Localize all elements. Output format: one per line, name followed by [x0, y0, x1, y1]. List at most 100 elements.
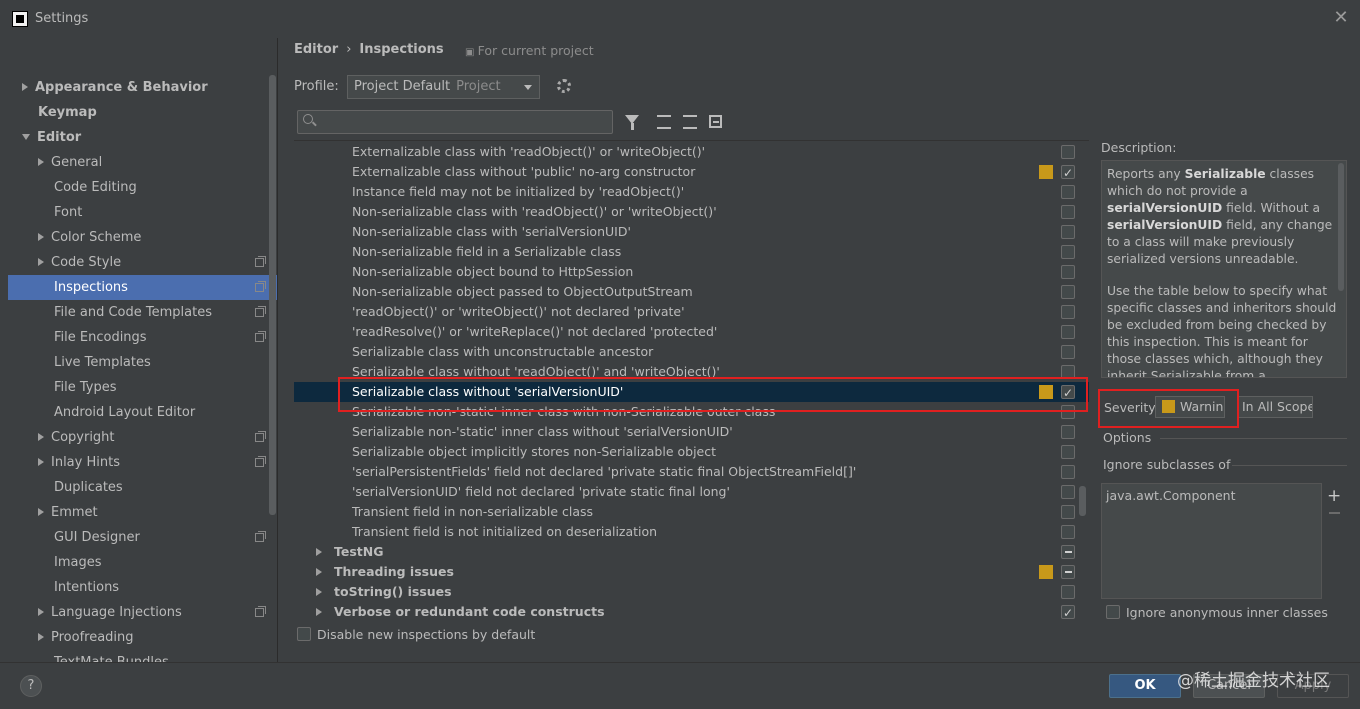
inspection-group-row[interactable]: TestNG — [294, 542, 1089, 562]
panel-divider[interactable] — [277, 38, 278, 662]
sidebar-item-general[interactable]: General — [8, 150, 277, 175]
inspection-group-row[interactable]: Threading issues — [294, 562, 1089, 582]
description-scrollbar[interactable] — [1338, 163, 1344, 291]
sidebar-item-file-types[interactable]: File Types — [8, 375, 277, 400]
sidebar-item-language-injections[interactable]: Language Injections — [8, 600, 277, 625]
inspection-row[interactable]: 'readResolve()' or 'writeReplace()' not … — [294, 322, 1089, 342]
reset-icon[interactable] — [709, 115, 722, 128]
chevron-right-icon[interactable] — [38, 632, 44, 641]
inspections-scrollbar[interactable] — [1079, 486, 1086, 516]
sidebar-item-images[interactable]: Images — [8, 550, 277, 575]
ok-button[interactable]: OK — [1109, 674, 1181, 698]
inspection-group-row[interactable]: toString() issues — [294, 582, 1089, 602]
inspection-enabled-checkbox[interactable] — [1061, 185, 1075, 199]
chevron-right-icon[interactable] — [38, 157, 44, 166]
inspection-enabled-checkbox[interactable] — [1061, 525, 1075, 539]
scope-dropdown[interactable]: In All Scopes — [1238, 396, 1313, 418]
sidebar-item-code-style[interactable]: Code Style — [8, 250, 277, 275]
inspection-enabled-checkbox[interactable] — [1061, 603, 1075, 622]
sidebar-item-inlay-hints[interactable]: Inlay Hints — [8, 450, 277, 475]
disable-new-inspections-checkbox[interactable] — [297, 627, 311, 641]
inspection-row[interactable]: Serializable class with unconstructable … — [294, 342, 1089, 362]
chevron-right-icon[interactable] — [38, 607, 44, 616]
inspection-row[interactable]: 'serialVersionUID' field not declared 'p… — [294, 482, 1089, 502]
sidebar-item-color-scheme[interactable]: Color Scheme — [8, 225, 277, 250]
inspection-row[interactable]: Transient field is not initialized on de… — [294, 522, 1089, 542]
inspection-enabled-checkbox[interactable] — [1061, 485, 1075, 499]
inspection-enabled-checkbox[interactable] — [1061, 225, 1075, 239]
chevron-right-icon[interactable] — [316, 548, 322, 556]
inspection-row[interactable]: Serializable object implicitly stores no… — [294, 442, 1089, 462]
remove-class-button[interactable] — [1329, 512, 1340, 514]
inspection-enabled-checkbox[interactable] — [1061, 325, 1075, 339]
chevron-right-icon[interactable] — [38, 257, 44, 266]
sidebar-item-gui-designer[interactable]: GUI Designer — [8, 525, 277, 550]
sidebar-item-android-layout-editor[interactable]: Android Layout Editor — [8, 400, 277, 425]
chevron-right-icon[interactable] — [38, 507, 44, 516]
sidebar-item-intentions[interactable]: Intentions — [8, 575, 277, 600]
sidebar-item-keymap[interactable]: Keymap — [8, 100, 277, 125]
inspection-enabled-checkbox[interactable] — [1061, 565, 1075, 579]
sidebar-item-emmet[interactable]: Emmet — [8, 500, 277, 525]
filter-icon[interactable] — [625, 115, 639, 130]
expand-all-icon[interactable] — [657, 115, 671, 129]
help-button[interactable]: ? — [20, 675, 42, 697]
sidebar-item-editor[interactable]: Editor — [8, 125, 277, 150]
sidebar-item-textmate-bundles[interactable]: TextMate Bundles — [8, 650, 277, 662]
inspection-enabled-checkbox[interactable] — [1061, 305, 1075, 319]
inspection-row[interactable]: Non-serializable class with 'serialVersi… — [294, 222, 1089, 242]
breadcrumb-editor[interactable]: Editor — [294, 42, 338, 57]
inspection-row[interactable]: Non-serializable object passed to Object… — [294, 282, 1089, 302]
sidebar-item-duplicates[interactable]: Duplicates — [8, 475, 277, 500]
sidebar-scrollbar[interactable] — [269, 75, 276, 515]
sidebar-item-copyright[interactable]: Copyright — [8, 425, 277, 450]
list-item[interactable]: java.awt.Component — [1106, 488, 1317, 503]
inspection-row[interactable]: Non-serializable object bound to HttpSes… — [294, 262, 1089, 282]
inspection-enabled-checkbox[interactable] — [1061, 345, 1075, 359]
inspection-enabled-checkbox[interactable] — [1061, 545, 1075, 559]
chevron-right-icon[interactable] — [38, 432, 44, 441]
inspection-enabled-checkbox[interactable] — [1061, 465, 1075, 479]
chevron-right-icon[interactable] — [316, 568, 322, 576]
sidebar-item-inspections[interactable]: Inspections — [8, 275, 277, 300]
inspection-row[interactable]: Transient field in non-serializable clas… — [294, 502, 1089, 522]
collapse-all-icon[interactable] — [683, 115, 697, 129]
inspection-enabled-checkbox[interactable] — [1061, 265, 1075, 279]
chevron-right-icon[interactable] — [316, 588, 322, 596]
sidebar-item-appearance-behavior[interactable]: Appearance & Behavior — [8, 75, 277, 100]
inspection-row[interactable]: Instance field may not be initialized by… — [294, 182, 1089, 202]
inspection-enabled-checkbox[interactable] — [1061, 145, 1075, 159]
inspection-group-row[interactable]: Verbose or redundant code constructs — [294, 602, 1089, 622]
profile-dropdown[interactable]: Project Default Project — [347, 75, 540, 99]
chevron-down-icon[interactable] — [22, 133, 30, 140]
chevron-right-icon[interactable] — [22, 82, 28, 91]
add-class-button[interactable]: + — [1327, 486, 1341, 506]
chevron-right-icon[interactable] — [38, 232, 44, 241]
inspection-row[interactable]: Serializable non-'static' inner class wi… — [294, 422, 1089, 442]
sidebar-item-code-editing[interactable]: Code Editing — [8, 175, 277, 200]
inspection-enabled-checkbox[interactable] — [1061, 505, 1075, 519]
sidebar-item-file-encodings[interactable]: File Encodings — [8, 325, 277, 350]
inspection-row[interactable]: Externalizable class without 'public' no… — [294, 162, 1089, 183]
ignore-subclasses-list[interactable]: java.awt.Component — [1101, 483, 1322, 599]
sidebar-item-proofreading[interactable]: Proofreading — [8, 625, 277, 650]
chevron-right-icon[interactable] — [316, 608, 322, 616]
sidebar-item-file-and-code-templates[interactable]: File and Code Templates — [8, 300, 277, 325]
inspection-enabled-checkbox[interactable] — [1061, 205, 1075, 219]
inspection-enabled-checkbox[interactable] — [1061, 445, 1075, 459]
inspection-row[interactable]: Externalizable class with 'readObject()'… — [294, 142, 1089, 162]
close-button[interactable]: ✕ — [1331, 8, 1351, 28]
inspection-enabled-checkbox[interactable] — [1061, 585, 1075, 599]
inspection-enabled-checkbox[interactable] — [1061, 425, 1075, 439]
chevron-right-icon[interactable] — [38, 457, 44, 466]
inspection-row[interactable]: 'serialPersistentFields' field not decla… — [294, 462, 1089, 482]
inspection-row[interactable]: Non-serializable field in a Serializable… — [294, 242, 1089, 262]
inspection-enabled-checkbox[interactable] — [1061, 245, 1075, 259]
sidebar-item-font[interactable]: Font — [8, 200, 277, 225]
inspection-enabled-checkbox[interactable] — [1061, 163, 1075, 183]
inspection-search-input[interactable] — [297, 110, 613, 134]
ignore-anonymous-checkbox[interactable] — [1106, 605, 1120, 619]
gear-icon[interactable] — [557, 79, 571, 93]
inspection-enabled-checkbox[interactable] — [1061, 285, 1075, 299]
inspection-row[interactable]: 'readObject()' or 'writeObject()' not de… — [294, 302, 1089, 322]
